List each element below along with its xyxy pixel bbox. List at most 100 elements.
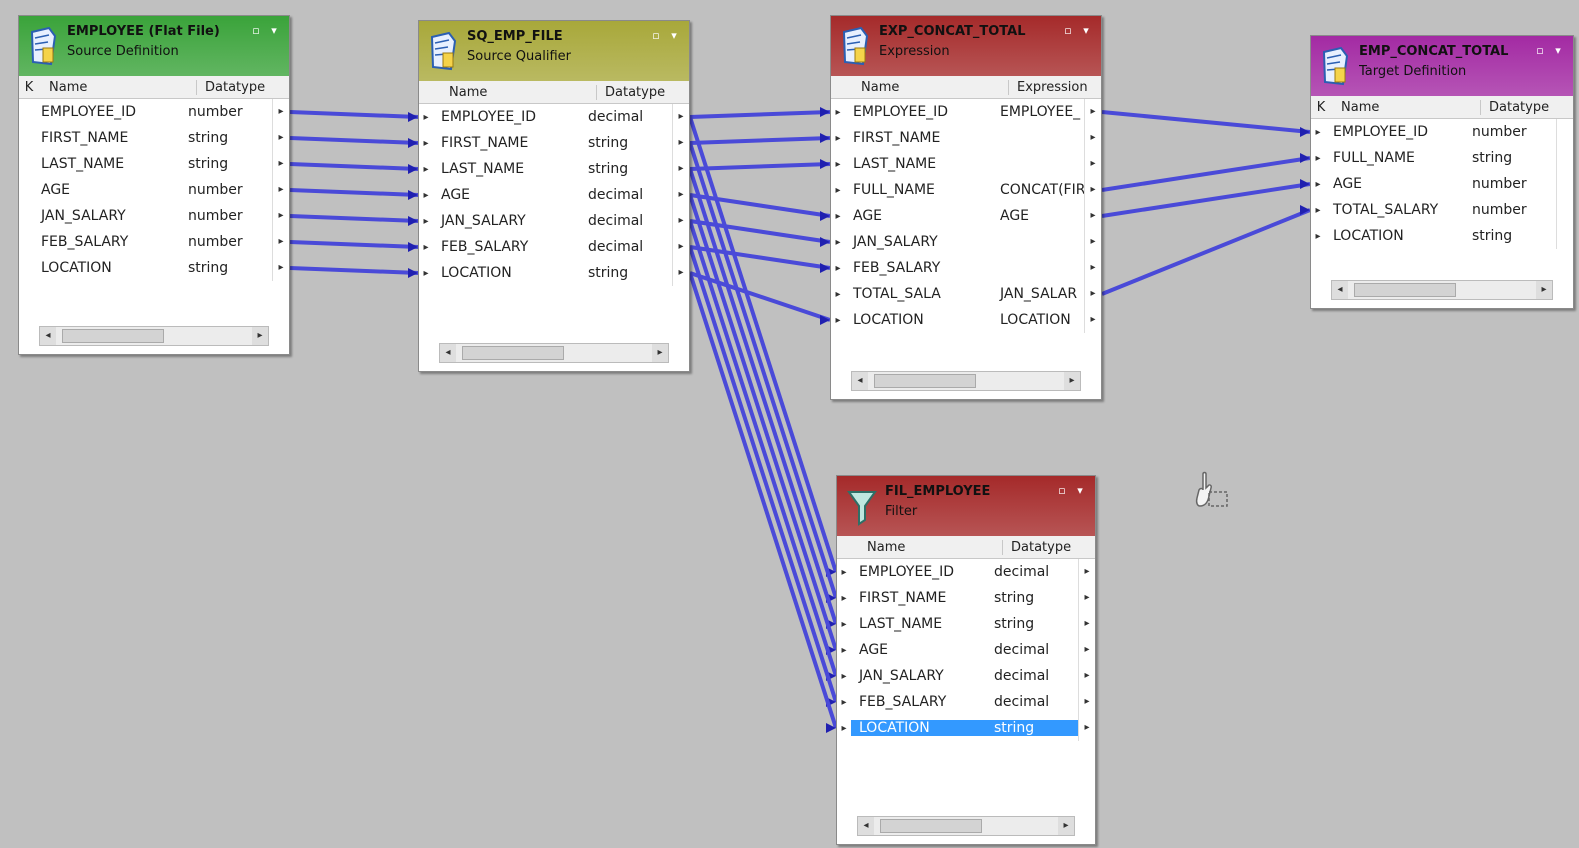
port-row[interactable]: ▸ AGE decimal ▸ <box>419 182 689 208</box>
output-port-icon[interactable]: ▸ <box>1078 715 1095 741</box>
port-link[interactable] <box>1101 182 1311 218</box>
output-port-icon[interactable]: ▸ <box>1078 689 1095 715</box>
input-port-icon[interactable]: ▸ <box>419 242 433 253</box>
port-link[interactable] <box>1101 208 1311 296</box>
output-port-icon[interactable]: ▸ <box>1084 255 1101 281</box>
port-row[interactable]: ▸ FEB_SALARY ▸ <box>831 255 1101 281</box>
output-port-icon[interactable]: ▸ <box>672 104 689 130</box>
output-port-icon[interactable]: ▸ <box>672 156 689 182</box>
output-port-icon[interactable] <box>1556 223 1573 249</box>
port-row[interactable]: ▸ EMPLOYEE_ID number <box>1311 119 1573 145</box>
second-column-header[interactable]: Datatype <box>1481 100 1573 115</box>
input-port-icon[interactable]: ▸ <box>831 159 845 170</box>
input-port-icon[interactable]: ▸ <box>837 645 851 656</box>
input-port-icon[interactable]: ▸ <box>837 671 851 682</box>
output-port-icon[interactable]: ▸ <box>1084 151 1101 177</box>
port-link[interactable] <box>289 110 419 119</box>
transform-header[interactable]: FIL_EMPLOYEE Filter ▫ ▾ <box>837 476 1095 536</box>
port-link[interactable] <box>689 110 831 119</box>
input-port-icon[interactable]: ▸ <box>1311 205 1325 216</box>
port-link[interactable] <box>1101 110 1311 134</box>
input-port-icon[interactable]: ▸ <box>831 133 845 144</box>
port-link[interactable] <box>689 162 831 171</box>
port-row[interactable]: FEB_SALARY number ▸ <box>19 229 289 255</box>
input-port-icon[interactable]: ▸ <box>837 723 851 734</box>
input-port-icon[interactable]: ▸ <box>419 190 433 201</box>
second-column-header[interactable]: Datatype <box>197 80 289 95</box>
restore-icon[interactable]: ▫ <box>1055 484 1069 498</box>
port-link[interactable] <box>289 136 419 145</box>
input-port-icon[interactable]: ▸ <box>837 593 851 604</box>
input-port-icon[interactable]: ▸ <box>831 211 845 222</box>
restore-icon[interactable]: ▫ <box>649 29 663 43</box>
output-port-icon[interactable]: ▸ <box>272 229 289 255</box>
port-row[interactable]: ▸ FEB_SALARY decimal ▸ <box>419 234 689 260</box>
port-link[interactable] <box>689 193 831 218</box>
scroll-thumb[interactable] <box>462 346 564 360</box>
output-port-icon[interactable]: ▸ <box>1078 585 1095 611</box>
scroll-left-icon[interactable]: ◂ <box>40 327 56 345</box>
input-port-icon[interactable]: ▸ <box>831 237 845 248</box>
port-row[interactable]: AGE number ▸ <box>19 177 289 203</box>
scroll-thumb[interactable] <box>1354 283 1456 297</box>
port-row[interactable]: ▸ AGE number <box>1311 171 1573 197</box>
collapse-icon[interactable]: ▾ <box>1551 44 1565 58</box>
restore-icon[interactable]: ▫ <box>1533 44 1547 58</box>
port-row[interactable]: LAST_NAME string ▸ <box>19 151 289 177</box>
port-link[interactable] <box>688 116 838 573</box>
output-port-icon[interactable]: ▸ <box>1084 177 1101 203</box>
second-column-header[interactable]: Datatype <box>597 85 689 100</box>
collapse-icon[interactable]: ▾ <box>1079 24 1093 38</box>
port-row[interactable]: ▸ JAN_SALARY decimal ▸ <box>419 208 689 234</box>
port-link[interactable] <box>688 142 838 599</box>
port-row[interactable]: EMPLOYEE_ID number ▸ <box>19 99 289 125</box>
port-row[interactable]: ▸ TOTAL_SALARY number <box>1311 197 1573 223</box>
port-row[interactable]: ▸ FIRST_NAME string ▸ <box>419 130 689 156</box>
port-row[interactable]: ▸ LOCATION string ▸ <box>837 715 1095 741</box>
scroll-left-icon[interactable]: ◂ <box>858 817 874 835</box>
name-column-header[interactable]: Name <box>857 539 1003 555</box>
port-row[interactable]: ▸ LAST_NAME string ▸ <box>837 611 1095 637</box>
restore-icon[interactable]: ▫ <box>249 24 263 38</box>
transform-header[interactable]: EXP_CONCAT_TOTAL Expression ▫ ▾ <box>831 16 1101 76</box>
port-link[interactable] <box>289 266 419 275</box>
input-port-icon[interactable]: ▸ <box>419 112 433 123</box>
horizontal-scrollbar[interactable]: ◂ ▸ <box>857 816 1075 836</box>
port-row[interactable]: ▸ AGE AGE ▸ <box>831 203 1101 229</box>
port-link[interactable] <box>689 136 831 145</box>
port-link[interactable] <box>688 246 838 703</box>
horizontal-scrollbar[interactable]: ◂ ▸ <box>39 326 269 346</box>
port-link[interactable] <box>289 240 419 249</box>
output-port-icon[interactable] <box>1556 145 1573 171</box>
collapse-icon[interactable]: ▾ <box>267 24 281 38</box>
output-port-icon[interactable]: ▸ <box>1078 559 1095 585</box>
name-column-header[interactable]: Name <box>439 84 597 100</box>
output-port-icon[interactable] <box>1556 171 1573 197</box>
port-link[interactable] <box>689 219 831 244</box>
output-port-icon[interactable]: ▸ <box>272 255 289 281</box>
horizontal-scrollbar[interactable]: ◂ ▸ <box>851 371 1081 391</box>
port-link[interactable] <box>688 220 838 677</box>
name-column-header[interactable]: Name <box>1331 99 1481 115</box>
port-row[interactable]: ▸ TOTAL_SALA JAN_SALAR ▸ <box>831 281 1101 307</box>
scroll-thumb[interactable] <box>62 329 164 343</box>
port-link[interactable] <box>289 162 419 171</box>
input-port-icon[interactable]: ▸ <box>837 567 851 578</box>
name-column-header[interactable]: Name <box>39 79 197 95</box>
port-row[interactable]: ▸ FEB_SALARY decimal ▸ <box>837 689 1095 715</box>
scroll-right-icon[interactable]: ▸ <box>652 344 668 362</box>
output-port-icon[interactable]: ▸ <box>1084 281 1101 307</box>
port-row[interactable]: JAN_SALARY number ▸ <box>19 203 289 229</box>
port-row[interactable]: ▸ AGE decimal ▸ <box>837 637 1095 663</box>
port-row[interactable]: ▸ FIRST_NAME ▸ <box>831 125 1101 151</box>
transformation-expression[interactable]: EXP_CONCAT_TOTAL Expression ▫ ▾ Name Expressi… <box>830 15 1102 400</box>
output-port-icon[interactable]: ▸ <box>1078 611 1095 637</box>
output-port-icon[interactable]: ▸ <box>1084 99 1101 125</box>
output-port-icon[interactable]: ▸ <box>272 125 289 151</box>
collapse-icon[interactable]: ▾ <box>667 29 681 43</box>
input-port-icon[interactable]: ▸ <box>831 185 845 196</box>
port-link[interactable] <box>689 271 831 322</box>
output-port-icon[interactable] <box>1556 197 1573 223</box>
input-port-icon[interactable]: ▸ <box>831 263 845 274</box>
output-port-icon[interactable]: ▸ <box>672 182 689 208</box>
